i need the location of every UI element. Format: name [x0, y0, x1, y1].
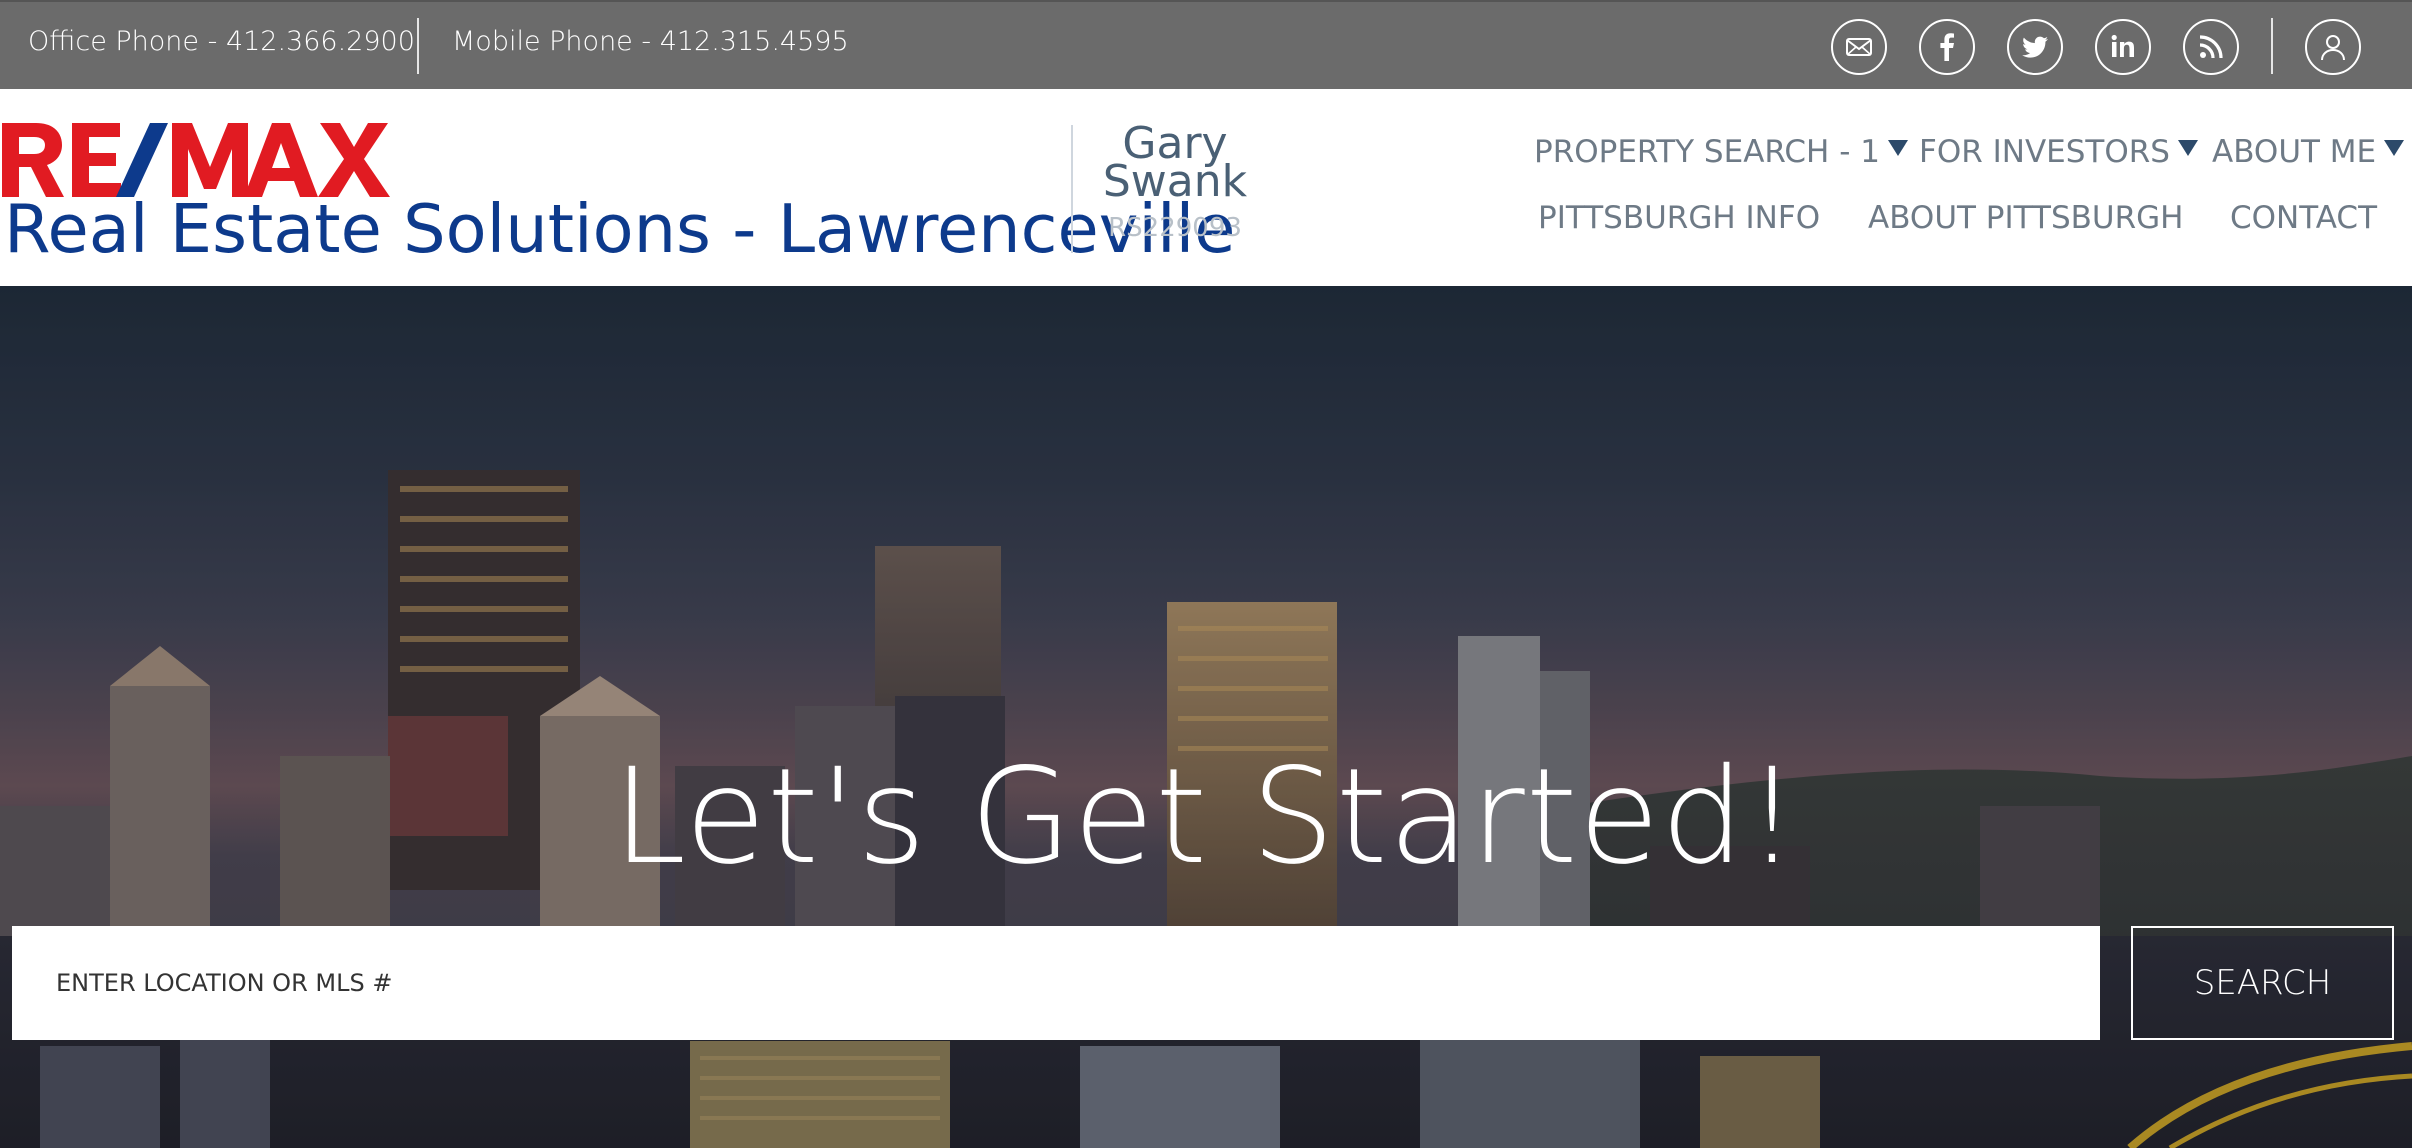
nav-label: FOR INVESTORS	[1919, 134, 2170, 170]
nav-about-me[interactable]: ABOUT ME	[2212, 134, 2405, 170]
search-button[interactable]: SEARCH	[2131, 926, 2394, 1040]
office-phone[interactable]: Office Phone - 412.366.2900	[28, 26, 415, 57]
agent-license: RS229093	[1108, 213, 1242, 243]
header-divider	[1071, 125, 1073, 253]
remax-logo[interactable]	[2, 123, 392, 199]
facebook-icon[interactable]	[1919, 19, 1975, 75]
twitter-icon[interactable]	[2007, 19, 2063, 75]
chevron-down-icon	[1887, 140, 1908, 156]
nav-label: ABOUT ME	[2212, 134, 2377, 170]
mobile-phone[interactable]: Mobile Phone - 412.315.4595	[452, 26, 849, 57]
nav-property-search[interactable]: PROPERTY SEARCH - 1	[1534, 134, 1908, 170]
agent-last-name: Swank	[1102, 156, 1248, 207]
nav-for-investors[interactable]: FOR INVESTORS	[1919, 134, 2198, 170]
nav-label: PROPERTY SEARCH - 1	[1534, 134, 1880, 170]
nav-contact[interactable]: CONTACT	[2230, 200, 2377, 236]
hero-title: Let's Get Started!	[612, 740, 1800, 894]
chevron-down-icon	[2384, 140, 2405, 156]
nav-about-pittsburgh[interactable]: ABOUT PITTSBURGH	[1868, 200, 2183, 236]
top-contact-bar: Office Phone - 412.366.2900 Mobile Phone…	[0, 0, 2412, 89]
topbar-divider	[417, 18, 419, 74]
chevron-down-icon	[2177, 140, 2198, 156]
nav-pittsburgh-info[interactable]: PITTSBURGH INFO	[1538, 200, 1820, 236]
agent-block: Gary Swank RS229093	[1090, 122, 1260, 244]
site-header: Real Estate Solutions - Lawrenceville Ga…	[0, 89, 2412, 286]
topbar-divider	[2271, 18, 2273, 74]
hero-banner: Let's Get Started! SEARCH	[0, 286, 2412, 1148]
linkedin-icon[interactable]	[2095, 19, 2151, 75]
company-name: Real Estate Solutions - Lawrenceville	[4, 190, 1236, 268]
rss-icon[interactable]	[2183, 19, 2239, 75]
user-icon[interactable]	[2305, 19, 2361, 75]
email-icon[interactable]	[1831, 19, 1887, 75]
location-search-input[interactable]	[12, 926, 2100, 1040]
